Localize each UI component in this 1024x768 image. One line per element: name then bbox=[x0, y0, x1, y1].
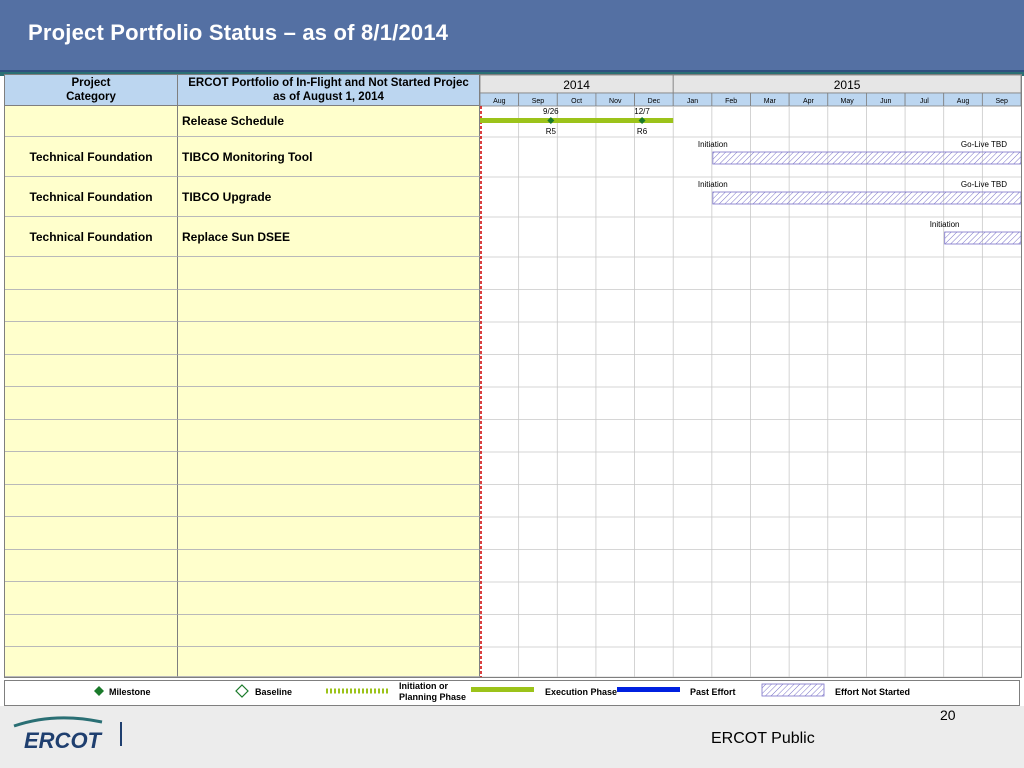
row-project-cell bbox=[178, 484, 480, 517]
month-label: Sep bbox=[532, 98, 545, 105]
legend-not-started-swatch bbox=[761, 683, 825, 697]
logo-wordmark: ERCOT bbox=[24, 728, 103, 753]
row-category-cell bbox=[5, 517, 178, 550]
legend-past-swatch bbox=[617, 687, 680, 692]
row-category-cell: Technical Foundation bbox=[5, 137, 178, 177]
month-label: Jul bbox=[920, 98, 929, 105]
row-category-cell bbox=[5, 387, 178, 420]
category-column-header: Project Category bbox=[5, 75, 178, 106]
row-project-cell: Release Schedule bbox=[178, 106, 480, 137]
row-project-cell bbox=[178, 517, 480, 550]
go-live-label: Go-Live TBD bbox=[961, 180, 1007, 189]
row-category-cell: Technical Foundation bbox=[5, 177, 178, 217]
page-title: Project Portfolio Status – as of 8/1/201… bbox=[28, 20, 449, 45]
row-category-cell bbox=[5, 322, 178, 355]
row-project-cell bbox=[178, 582, 480, 615]
month-label: Aug bbox=[957, 98, 970, 105]
legend-graphic: Milestone Baseline Initiation or Plannin… bbox=[94, 681, 910, 702]
row-project-cell bbox=[178, 549, 480, 582]
year-label: 2015 bbox=[834, 78, 861, 92]
not-started-bar bbox=[944, 231, 1021, 245]
row-category-cell bbox=[5, 647, 178, 677]
logo-swoosh-icon bbox=[13, 716, 103, 728]
row-project-cell bbox=[178, 322, 480, 355]
legend-execution-label: Execution Phase bbox=[545, 687, 617, 697]
legend-milestone-label: Milestone bbox=[109, 687, 151, 697]
row-category-cell bbox=[5, 614, 178, 647]
row-category-cell bbox=[5, 257, 178, 290]
category-header-line1: Project bbox=[71, 77, 111, 89]
category-header-line2: Category bbox=[66, 91, 116, 103]
go-live-label: Go-Live TBD bbox=[961, 140, 1007, 149]
page-number: 20 bbox=[940, 707, 956, 723]
legend-past-label: Past Effort bbox=[690, 687, 736, 697]
project-header-line2: as of August 1, 2014 bbox=[273, 91, 384, 103]
footer-divider bbox=[120, 722, 122, 746]
month-label: May bbox=[840, 98, 854, 105]
row-category-cell bbox=[5, 106, 178, 137]
row-category-cell bbox=[5, 289, 178, 322]
initiation-label: Initiation bbox=[698, 140, 728, 149]
month-label: Feb bbox=[725, 98, 737, 105]
row-project-cell bbox=[178, 289, 480, 322]
legend-milestone-icon bbox=[94, 686, 104, 696]
month-label: Oct bbox=[571, 98, 582, 105]
row-category-cell bbox=[5, 452, 178, 485]
milestone-release-label: R5 bbox=[546, 127, 557, 136]
month-label: Apr bbox=[803, 98, 815, 105]
legend-initiation-label-1: Initiation or bbox=[399, 681, 448, 691]
project-column-header: ERCOT Portfolio of In-Flight and Not Sta… bbox=[178, 75, 480, 106]
not-started-bar bbox=[712, 151, 1021, 165]
month-label: Dec bbox=[648, 98, 661, 105]
row-project-cell: Replace Sun DSEE bbox=[178, 217, 480, 257]
milestone-release-label: R6 bbox=[637, 127, 648, 136]
month-label: Aug bbox=[493, 98, 506, 105]
row-category-cell bbox=[5, 582, 178, 615]
initiation-label: Initiation bbox=[930, 220, 960, 229]
row-project-cell bbox=[178, 452, 480, 485]
row-category-cell bbox=[5, 419, 178, 452]
portfolio-table: Project Category ERCOT Portfolio of In-F… bbox=[4, 74, 1022, 678]
row-project-cell: TIBCO Upgrade bbox=[178, 177, 480, 217]
month-label: Nov bbox=[609, 98, 622, 105]
classification-label: ERCOT Public bbox=[711, 730, 815, 747]
legend: Milestone Baseline Initiation or Plannin… bbox=[4, 680, 1020, 706]
month-label: Jan bbox=[687, 98, 698, 105]
legend-not-started-label: Effort Not Started bbox=[835, 687, 910, 697]
initiation-label: Initiation bbox=[698, 180, 728, 189]
title-bar: Project Portfolio Status – as of 8/1/201… bbox=[0, 0, 1024, 72]
milestone-date-label: 9/26 bbox=[543, 107, 559, 116]
project-header-line1: ERCOT Portfolio of In-Flight and Not Sta… bbox=[188, 77, 469, 89]
legend-baseline-icon bbox=[235, 684, 249, 698]
row-project-cell bbox=[178, 419, 480, 452]
row-project-cell bbox=[178, 614, 480, 647]
year-label: 2014 bbox=[563, 78, 590, 92]
month-label: Mar bbox=[764, 98, 777, 105]
month-label: Sep bbox=[995, 98, 1008, 105]
legend-baseline-label: Baseline bbox=[255, 687, 292, 697]
legend-initiation-label-2: Planning Phase bbox=[399, 692, 466, 702]
milestone-date-label: 12/7 bbox=[634, 107, 650, 116]
row-project-cell: TIBCO Monitoring Tool bbox=[178, 137, 480, 177]
row-project-cell bbox=[178, 257, 480, 290]
slide-footer: ERCOT bbox=[0, 706, 1024, 768]
gantt-chart: 2014 2015 Aug Sep Oct Nov Dec Jan Feb Mar Apr May Ju… bbox=[480, 75, 1021, 677]
row-project-cell bbox=[178, 387, 480, 420]
not-started-bar bbox=[712, 191, 1021, 205]
row-project-cell bbox=[178, 354, 480, 387]
ercot-logo: ERCOT bbox=[13, 716, 103, 753]
month-label: Jun bbox=[880, 98, 891, 105]
row-project-cell bbox=[178, 647, 480, 677]
row-category-cell: Technical Foundation bbox=[5, 217, 178, 257]
row-category-cell bbox=[5, 354, 178, 387]
row-category-cell bbox=[5, 484, 178, 517]
legend-execution-swatch bbox=[471, 687, 534, 692]
row-category-cell bbox=[5, 549, 178, 582]
